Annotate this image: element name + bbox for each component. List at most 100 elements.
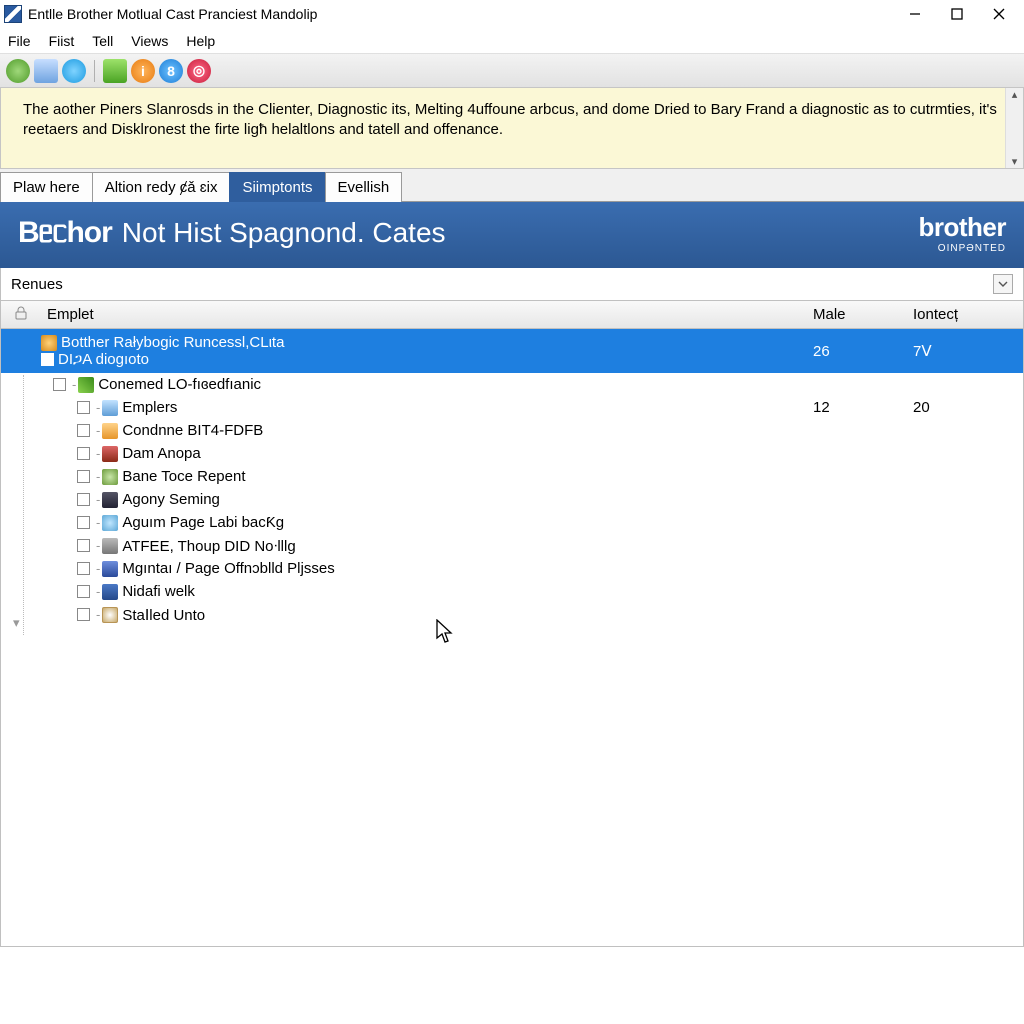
brand-sub: OINPƏNTED — [919, 243, 1007, 254]
item-icon — [102, 469, 118, 485]
row-checkbox[interactable] — [77, 585, 90, 598]
item-icon — [102, 446, 118, 462]
row-checkbox[interactable] — [77, 470, 90, 483]
cell-male: 26 — [813, 343, 913, 360]
banner-title: Not Hist Spagnond. Cates — [122, 217, 446, 249]
filter-dropdown[interactable]: Renues — [0, 268, 1024, 301]
tab-strip: Plaw here Altion redy ȼǎ ɛix Siimptonts … — [0, 169, 1024, 202]
toolbar-separator — [94, 60, 95, 82]
row-label: Emplers — [122, 399, 813, 416]
notice-scrollbar[interactable]: ▴ ▾ — [1005, 88, 1023, 168]
user-icon[interactable]: 8 — [159, 59, 183, 83]
table-row[interactable]: - Staꓲled Unto — [1, 603, 1023, 626]
table-row[interactable]: - Bane Toce Repent — [1, 465, 1023, 488]
row-label: Mgıntaı / Page Offnɔblld Pǉsses — [122, 560, 813, 577]
row-label: Conemed LO-fıɞedfıanic — [98, 376, 813, 393]
row-checkbox[interactable] — [77, 516, 90, 529]
row-label: Condnne BIT4-FDFB — [122, 422, 813, 439]
row-label: Botther Rałybogic Runcessl,CLιta — [61, 334, 813, 351]
dropdown-label: Renues — [11, 276, 63, 293]
leaf-icon — [78, 377, 94, 393]
minimize-button[interactable] — [894, 0, 936, 28]
table-row[interactable]: - Aguım Page Labi bacƘg — [1, 511, 1023, 534]
chevron-down-icon[interactable] — [993, 274, 1013, 294]
item-icon — [102, 400, 118, 416]
globe-icon[interactable] — [6, 59, 30, 83]
brand-name: brother — [919, 212, 1007, 243]
tab-evellish[interactable]: Evellish — [325, 172, 403, 202]
tab-plaw-here[interactable]: Plaw here — [0, 172, 93, 202]
scroll-up-icon[interactable]: ▴ — [1006, 88, 1023, 101]
item-icon — [102, 492, 118, 508]
item-icon — [102, 607, 118, 623]
menu-fiist[interactable]: Fiist — [49, 33, 75, 49]
row-sublabel: DIጋA diogıoto — [58, 351, 813, 368]
row-checkbox[interactable] — [77, 539, 90, 552]
item-icon — [102, 515, 118, 531]
tab-siimptonts[interactable]: Siimptonts — [229, 172, 325, 202]
title-bar: Entlle Brother Motlual Cast Pranciest Ma… — [0, 0, 1024, 28]
close-button[interactable] — [978, 0, 1020, 28]
table-row[interactable]: - ATFEE, Thoup DID Noᐧlllg — [1, 534, 1023, 557]
chart-icon[interactable] — [103, 59, 127, 83]
table-row[interactable]: - Mgıntaı / Page Offnɔblld Pǉsses — [1, 557, 1023, 580]
row-label: Aguım Page Labi bacƘg — [122, 514, 813, 531]
tree-guide — [23, 375, 24, 635]
menu-help[interactable]: Help — [186, 33, 215, 49]
cell-iontect: 20 — [913, 399, 1023, 416]
row-checkbox[interactable] — [77, 493, 90, 506]
tree-body: Botther Rałybogic Runcessl,CLιta DIጋA di… — [0, 329, 1024, 947]
row-checkbox[interactable] — [77, 447, 90, 460]
menu-bar: File Fiist Tell Views Help — [0, 28, 1024, 54]
column-iontect[interactable]: Iontecț — [913, 306, 1023, 323]
row-checkbox[interactable] — [77, 562, 90, 575]
item-icon — [102, 423, 118, 439]
toolbar: i 8 ◎ — [0, 54, 1024, 88]
item-icon — [102, 584, 118, 600]
window-title: Entlle Brother Motlual Cast Pranciest Ma… — [28, 6, 894, 22]
column-male[interactable]: Male — [813, 306, 913, 323]
lock-icon — [15, 306, 27, 320]
save-icon[interactable] — [34, 59, 58, 83]
table-row[interactable]: - Conemed LO-fıɞedfıanic — [1, 373, 1023, 396]
column-emplet[interactable]: Emplet — [41, 306, 813, 323]
column-lock — [1, 306, 41, 323]
tab-altion-redy[interactable]: Altion redy ȼǎ ɛix — [92, 172, 231, 202]
table-row[interactable]: - Condnne BIT4-FDFB — [1, 419, 1023, 442]
brand-block: brother OINPƏNTED — [919, 212, 1007, 254]
row-checkbox[interactable] — [41, 353, 54, 366]
menu-views[interactable]: Views — [131, 33, 168, 49]
row-label: Dam Anopa — [122, 445, 813, 462]
row-checkbox[interactable] — [77, 608, 90, 621]
table-row[interactable]: - Emplers 12 20 — [1, 396, 1023, 419]
item-icon — [102, 538, 118, 554]
row-checkbox[interactable] — [77, 424, 90, 437]
app-icon — [4, 5, 22, 23]
table-row[interactable]: Botther Rałybogic Runcessl,CLιta DIጋA di… — [1, 329, 1023, 373]
banner-logo: Bᥱᥴhor — [18, 216, 112, 250]
target-icon[interactable]: ◎ — [187, 59, 211, 83]
cell-male: 12 — [813, 399, 913, 416]
cell-iontect: 7ꓦ — [913, 342, 1023, 360]
banner: Bᥱᥴhor Not Hist Spagnond. Cates brother … — [0, 202, 1024, 268]
row-checkbox[interactable] — [53, 378, 66, 391]
row-label: Nidafi welk — [122, 583, 813, 600]
table-row[interactable]: - Dam Anopa — [1, 442, 1023, 465]
table-row[interactable]: - Nidafi welk — [1, 580, 1023, 603]
notice-text: The aother Piners Slanrosds in the Clien… — [1, 88, 1023, 168]
row-label: ATFEE, Thoup DID Noᐧlllg — [122, 537, 813, 555]
refresh-icon[interactable] — [62, 59, 86, 83]
row-label: Bane Toce Repent — [122, 468, 813, 485]
row-label: Staꓲled Unto — [122, 606, 813, 624]
table-row[interactable]: - Agony Seming — [1, 488, 1023, 511]
scroll-down-icon[interactable]: ▾ — [1006, 155, 1023, 168]
row-checkbox[interactable] — [77, 401, 90, 414]
tree-collapse-arrow[interactable]: ▾ — [13, 615, 20, 631]
maximize-button[interactable] — [936, 0, 978, 28]
menu-file[interactable]: File — [8, 33, 31, 49]
item-icon — [102, 561, 118, 577]
menu-tell[interactable]: Tell — [92, 33, 113, 49]
info-icon[interactable]: i — [131, 59, 155, 83]
group-icon — [41, 335, 57, 351]
table-header: Emplet Male Iontecț — [0, 301, 1024, 329]
